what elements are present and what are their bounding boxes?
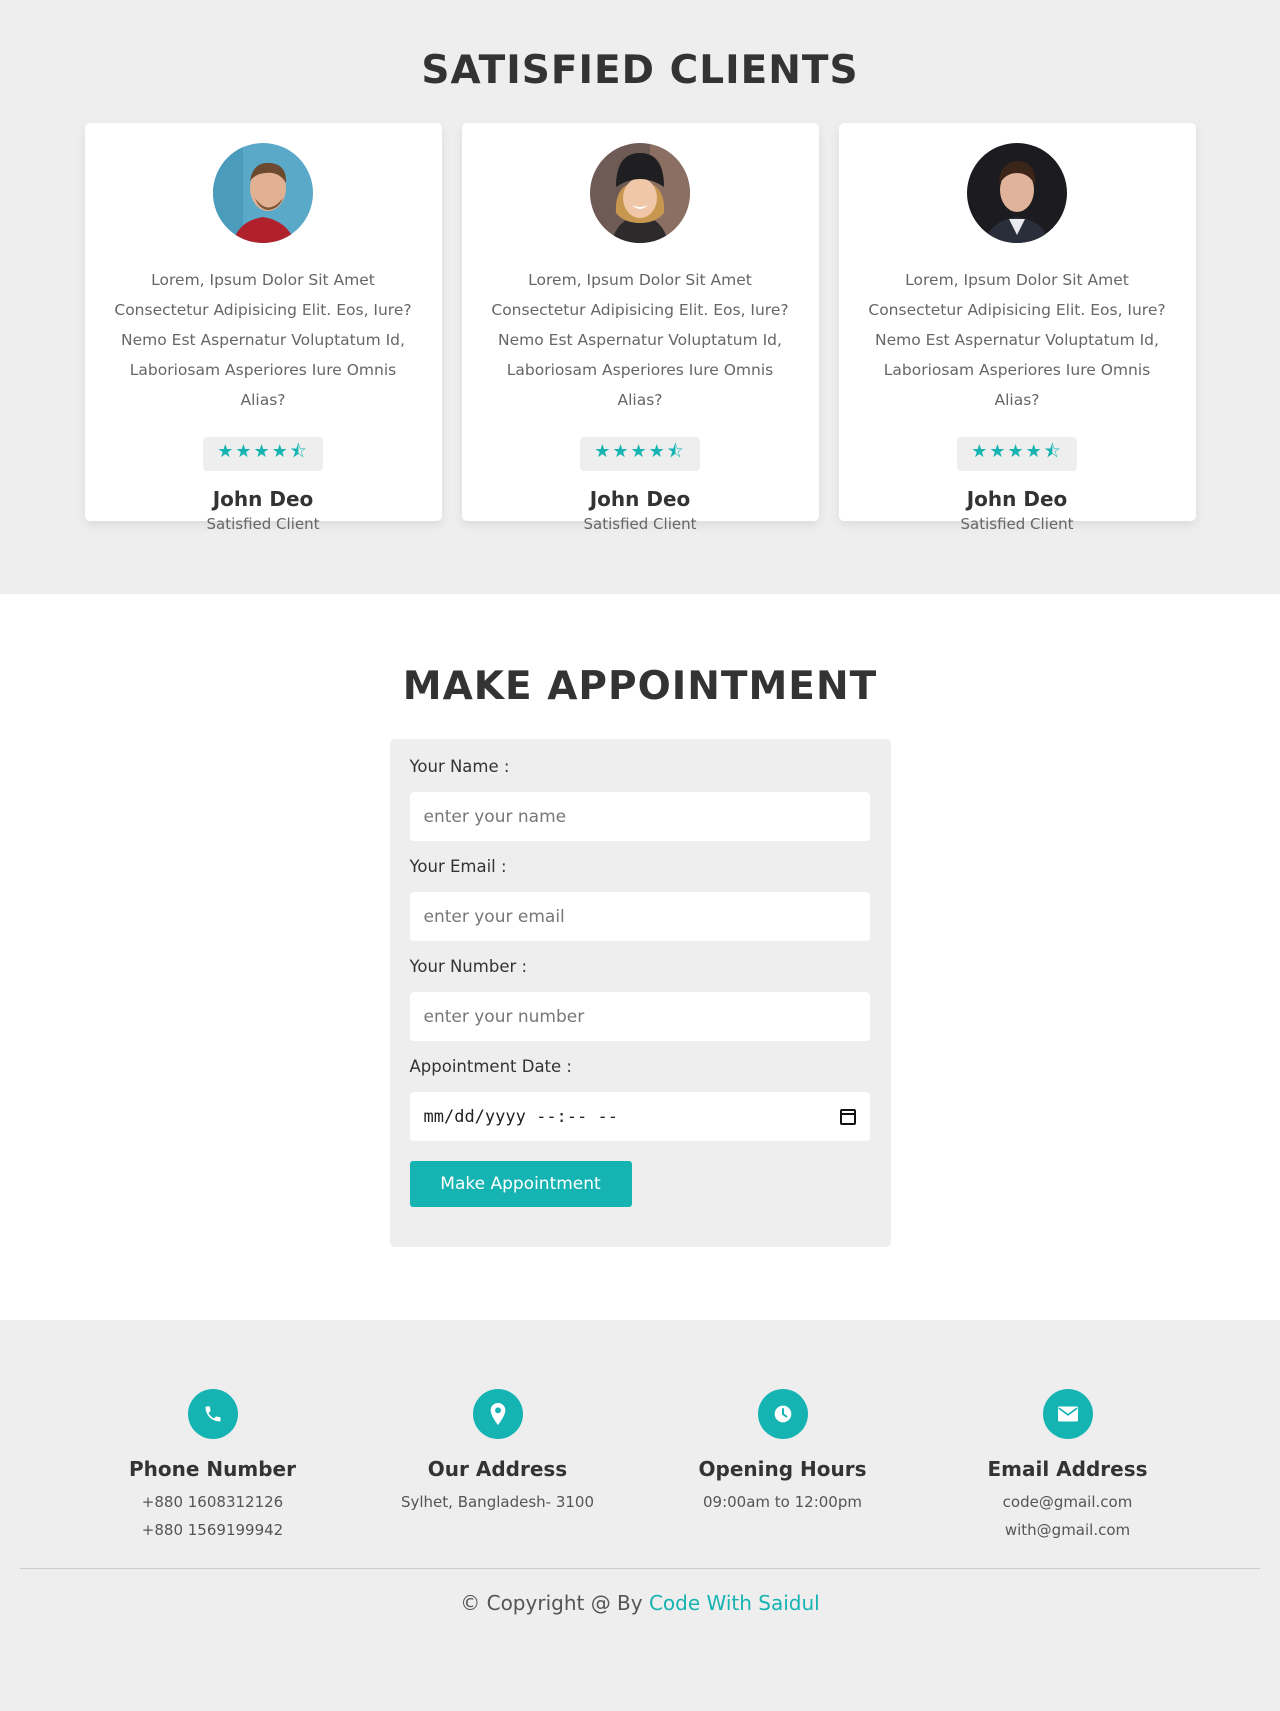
phone-number-2: +880 1569199942	[141, 1521, 284, 1539]
clients-section: SATISFIED CLIENTS Lorem, Ipsum Dolor Sit…	[0, 0, 1280, 594]
star-rating-icon: ★★★★⯪	[203, 437, 323, 471]
hours-info: Opening Hours 09:00am to 12:00pm	[645, 1389, 920, 1539]
date-placeholder: mm/dd/yyyy --:-- --	[423, 1106, 618, 1127]
client-cards: Lorem, Ipsum Dolor Sit Amet Consectetur …	[0, 123, 1280, 533]
client-role: Satisfied Client	[583, 515, 697, 533]
client-testimonial: Lorem, Ipsum Dolor Sit Amet Consectetur …	[868, 271, 1166, 409]
client-testimonial: Lorem, Ipsum Dolor Sit Amet Consectetur …	[491, 271, 789, 409]
clock-icon	[757, 1389, 808, 1439]
client-name: John Deo	[589, 487, 691, 511]
date-label: Appointment Date :	[409, 1057, 572, 1076]
phone-icon	[187, 1389, 238, 1439]
client-card: Lorem, Ipsum Dolor Sit Amet Consectetur …	[838, 123, 1196, 533]
phone-number-1: +880 1608312126	[141, 1493, 284, 1511]
number-input[interactable]: enter your number	[409, 992, 870, 1041]
email-line-2: with@gmail.com	[1004, 1521, 1131, 1539]
date-input[interactable]: mm/dd/yyyy --:-- --	[409, 1092, 870, 1141]
copyright-text: © Copyright @ By	[460, 1591, 643, 1615]
client-testimonial: Lorem, Ipsum Dolor Sit Amet Consectetur …	[114, 271, 412, 409]
calendar-icon[interactable]	[839, 1108, 856, 1125]
appointment-title: MAKE APPOINTMENT	[402, 664, 878, 709]
envelope-icon	[1042, 1389, 1093, 1439]
email-input[interactable]: enter your email	[409, 892, 870, 941]
map-pin-icon	[472, 1389, 523, 1439]
client-avatar	[590, 143, 690, 243]
info-title: Opening Hours	[698, 1457, 867, 1481]
client-avatar	[967, 143, 1067, 243]
email-label: Your Email :	[409, 857, 507, 876]
author-link[interactable]: Code With Saidul	[649, 1591, 820, 1615]
copyright: © Copyright @ By Code With Saidul	[0, 1591, 1280, 1615]
info-title: Phone Number	[129, 1457, 296, 1481]
appointment-form: Your Name : enter your name Your Email :…	[389, 739, 891, 1247]
appointment-section: MAKE APPOINTMENT Your Name : enter your …	[0, 594, 1280, 1320]
client-role: Satisfied Client	[960, 515, 1074, 533]
client-card: Lorem, Ipsum Dolor Sit Amet Consectetur …	[461, 123, 819, 533]
email-info: Email Address code@gmail.com with@gmail.…	[930, 1389, 1205, 1539]
info-title: Email Address	[987, 1457, 1148, 1481]
number-label: Your Number :	[409, 957, 528, 976]
info-title: Our Address	[427, 1457, 568, 1481]
phone-info: Phone Number +880 1608312126 +880 156919…	[75, 1389, 350, 1539]
footer-divider	[20, 1568, 1260, 1569]
client-name: John Deo	[212, 487, 314, 511]
hours-line: 09:00am to 12:00pm	[703, 1493, 862, 1511]
star-rating-icon: ★★★★⯪	[580, 437, 700, 471]
name-label: Your Name :	[409, 757, 510, 776]
contact-info-row: Phone Number +880 1608312126 +880 156919…	[0, 1389, 1280, 1539]
email-line-1: code@gmail.com	[1002, 1493, 1133, 1511]
client-role: Satisfied Client	[206, 515, 320, 533]
address-info: Our Address Sylhet, Bangladesh- 3100	[360, 1389, 635, 1539]
client-card: Lorem, Ipsum Dolor Sit Amet Consectetur …	[84, 123, 442, 533]
make-appointment-button[interactable]: Make Appointment	[409, 1161, 632, 1207]
client-name: John Deo	[966, 487, 1068, 511]
star-rating-icon: ★★★★⯪	[957, 437, 1077, 471]
clients-title: SATISFIED CLIENTS	[421, 48, 859, 93]
footer: Phone Number +880 1608312126 +880 156919…	[0, 1320, 1280, 1711]
address-line: Sylhet, Bangladesh- 3100	[400, 1493, 594, 1511]
name-input[interactable]: enter your name	[409, 792, 870, 841]
client-avatar	[213, 143, 313, 243]
